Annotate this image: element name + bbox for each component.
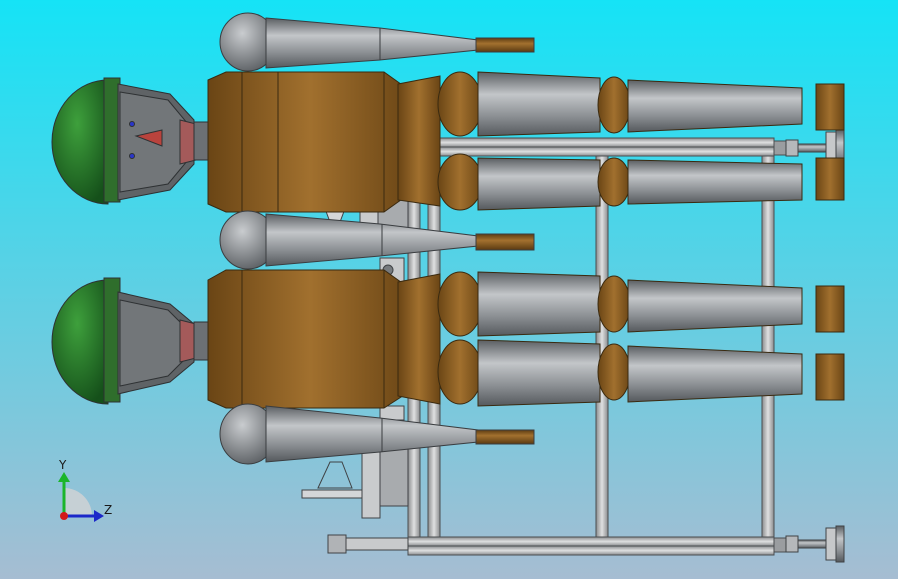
cad-graphics-viewport[interactable]: Y Z (0, 0, 898, 579)
dummy-lower-torso[interactable] (207, 269, 441, 409)
triad-origin (60, 512, 68, 520)
model-view[interactable] (0, 0, 898, 579)
dummy-upper-torso[interactable] (207, 71, 441, 213)
y-axis-label: Y (59, 458, 67, 472)
z-axis-label: Z (104, 503, 113, 517)
mount-bracket-bottom[interactable] (327, 534, 409, 554)
